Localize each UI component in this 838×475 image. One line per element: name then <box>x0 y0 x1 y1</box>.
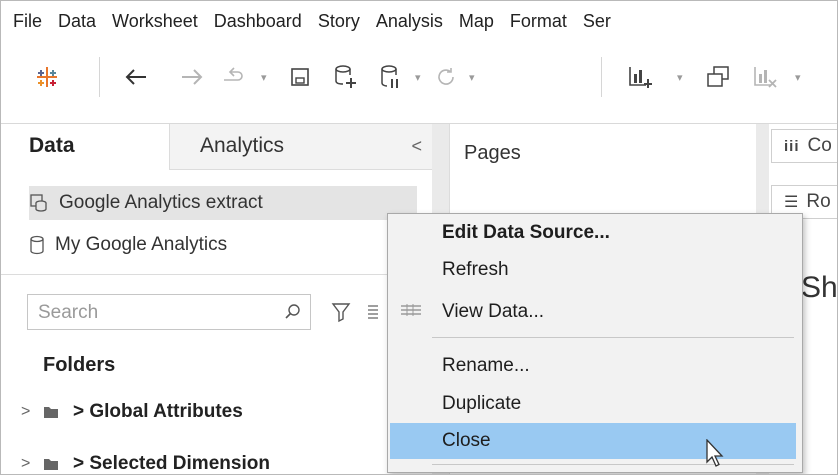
menu-story[interactable]: Story <box>310 11 368 32</box>
columns-icon: iii <box>784 137 800 155</box>
folder-icon <box>44 459 58 470</box>
context-menu: Edit Data Source... Refresh View Data...… <box>387 213 803 473</box>
search-field[interactable] <box>27 294 311 330</box>
pause-dropdown-icon[interactable]: ▾ <box>415 71 421 84</box>
sheet-title: Sh <box>801 271 838 304</box>
mouse-pointer-icon <box>706 439 724 467</box>
menu-file[interactable]: File <box>1 11 50 32</box>
folder-icon <box>44 407 58 418</box>
rows-shelf-label: Ro <box>806 191 831 212</box>
redo-icon[interactable] <box>177 61 207 93</box>
menu-worksheet[interactable]: Worksheet <box>104 11 206 32</box>
new-data-source-icon[interactable] <box>331 61 361 93</box>
menu-item-view-data[interactable]: View Data... <box>388 294 798 330</box>
view-list-icon[interactable] <box>367 303 379 321</box>
menu-separator <box>432 464 794 465</box>
menu-analysis[interactable]: Analysis <box>368 11 451 32</box>
refresh-icon[interactable] <box>431 61 461 93</box>
menu-item-rename[interactable]: Rename... <box>388 348 798 384</box>
expand-chevron-icon[interactable]: > <box>21 403 43 421</box>
duplicate-sheet-icon[interactable] <box>703 61 733 93</box>
new-worksheet-dropdown-icon[interactable]: ▾ <box>677 71 683 84</box>
menu-separator <box>432 337 794 338</box>
data-source-label: My Google Analytics <box>55 234 228 255</box>
extract-data-source-icon <box>30 194 47 212</box>
folder-label: > Selected Dimension <box>73 453 270 474</box>
undo-icon[interactable] <box>121 61 151 93</box>
menu-item-refresh[interactable]: Refresh <box>388 252 798 288</box>
tableau-window: File Data Worksheet Dashboard Story Anal… <box>0 0 838 475</box>
filter-icon[interactable] <box>331 301 351 323</box>
folder-global-attributes[interactable]: > > Global Attributes <box>21 397 243 427</box>
data-pane: Data Analytics < Google Analytics extrac… <box>1 124 432 474</box>
view-data-icon <box>401 304 421 316</box>
menu-dashboard[interactable]: Dashboard <box>206 11 310 32</box>
pause-updates-icon[interactable] <box>377 61 407 93</box>
pages-label: Pages <box>464 142 521 164</box>
folder-selected-dimension[interactable]: > > Selected Dimension <box>21 449 270 474</box>
tab-analytics[interactable]: Analytics < <box>169 124 432 170</box>
columns-shelf-label: Co <box>807 135 832 156</box>
replay-icon[interactable] <box>219 61 249 93</box>
folder-label: > Global Attributes <box>73 401 243 422</box>
toolbar: ▾ ▾ ▾ ▾ ▾ <box>1 41 837 124</box>
menu-bar: File Data Worksheet Dashboard Story Anal… <box>1 1 837 41</box>
data-source-label: Google Analytics extract <box>59 192 263 213</box>
tab-data[interactable]: Data <box>1 124 169 170</box>
data-source-my-google-analytics[interactable]: My Google Analytics <box>29 228 227 262</box>
refresh-dropdown-icon[interactable]: ▾ <box>469 71 475 84</box>
menu-format[interactable]: Format <box>502 11 575 32</box>
rows-icon: ☰ <box>784 194 799 211</box>
replay-dropdown-icon[interactable]: ▾ <box>261 71 267 84</box>
menu-item-close[interactable]: Close <box>390 423 796 459</box>
data-source-google-analytics-extract[interactable]: Google Analytics extract <box>29 186 417 220</box>
expand-chevron-icon[interactable]: > <box>21 455 43 473</box>
menu-item-edit-data-source[interactable]: Edit Data Source... <box>388 215 798 251</box>
save-icon[interactable] <box>285 61 315 93</box>
pane-divider <box>1 274 432 275</box>
folders-heading: Folders <box>43 354 116 376</box>
live-data-source-icon <box>30 235 44 255</box>
menu-item-duplicate[interactable]: Duplicate <box>388 386 798 422</box>
clear-sheet-dropdown-icon[interactable]: ▾ <box>795 71 801 84</box>
menu-map[interactable]: Map <box>451 11 502 32</box>
menu-data[interactable]: Data <box>50 11 104 32</box>
search-input[interactable] <box>36 301 270 325</box>
menu-server[interactable]: Ser <box>575 11 619 32</box>
menu-item-label: View Data... <box>442 301 545 322</box>
new-worksheet-icon[interactable] <box>625 61 657 93</box>
collapse-pane-icon[interactable]: < <box>411 124 422 168</box>
clear-sheet-icon[interactable] <box>751 61 781 93</box>
tableau-logo-icon[interactable] <box>31 61 63 93</box>
tab-analytics-label: Analytics <box>200 134 285 157</box>
search-icon[interactable] <box>284 303 302 321</box>
columns-shelf[interactable]: iii Co <box>771 129 837 163</box>
